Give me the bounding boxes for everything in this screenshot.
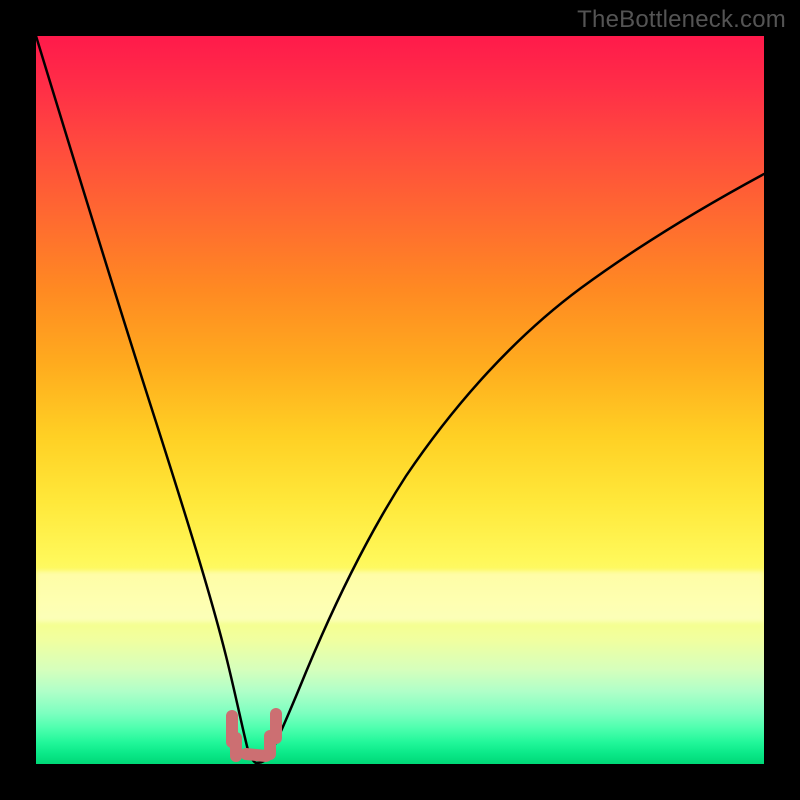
plot-area [36,36,764,764]
chart-frame: TheBottleneck.com [0,0,800,800]
curve-layer [36,36,764,764]
watermark-text: TheBottleneck.com [577,6,786,34]
bottleneck-curve [36,36,764,763]
minimum-marker-group [232,714,276,756]
marker-bar [246,754,266,756]
